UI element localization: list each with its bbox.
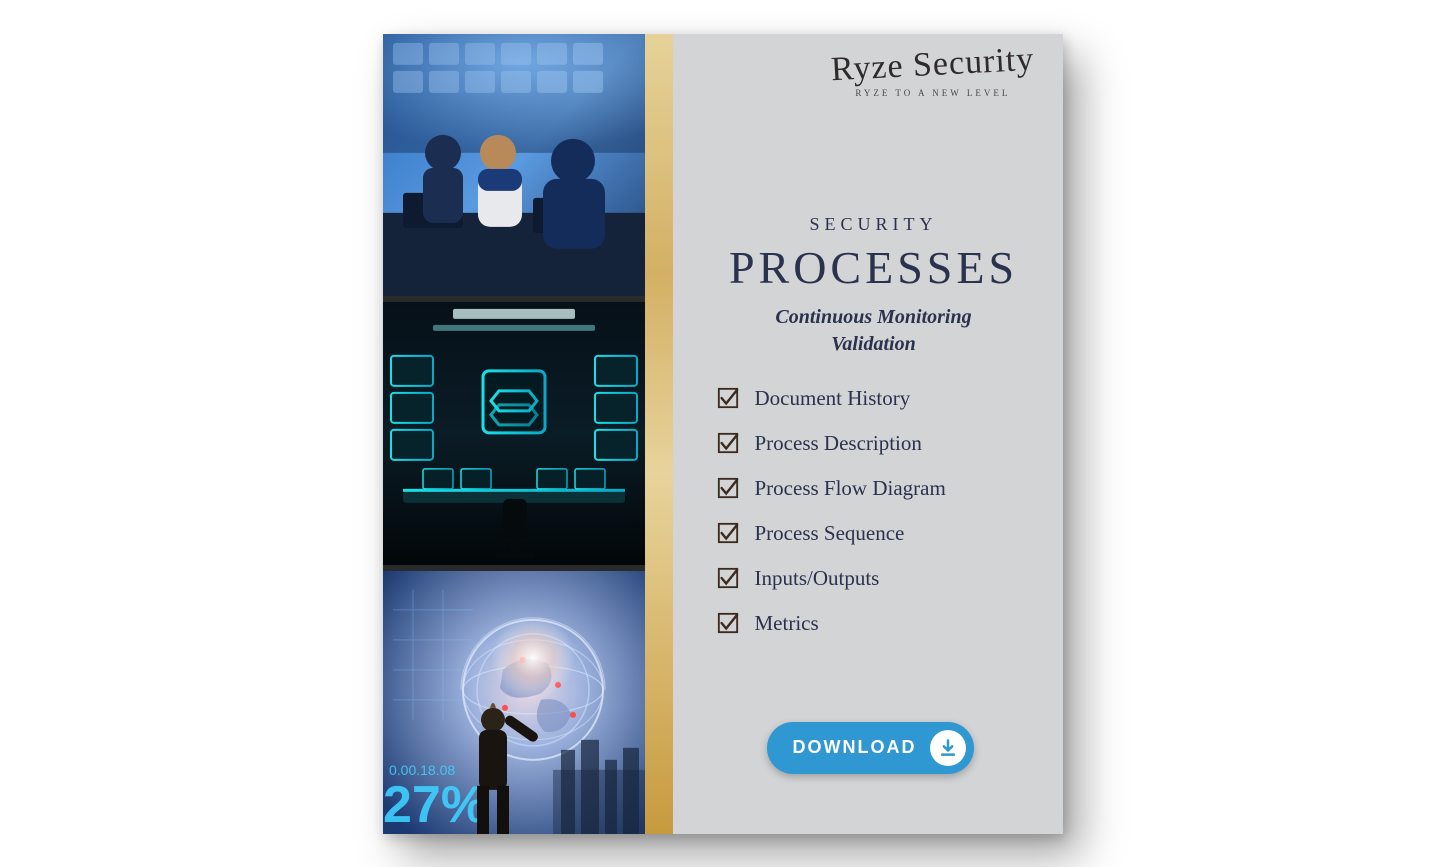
checklist-label: Process Sequence — [755, 521, 905, 546]
checklist-label: Metrics — [755, 611, 819, 636]
checkmark-icon — [717, 432, 739, 454]
subtitle-line-2: Validation — [831, 333, 915, 355]
checkmark-icon — [717, 387, 739, 409]
image-globe-analyst: 0.00.18.08 27% — [383, 571, 645, 834]
page-title: PROCESSES — [713, 241, 1035, 294]
checklist: Document History Process Description — [713, 386, 1035, 636]
subtitle: Continuous Monitoring Validation — [713, 304, 1035, 358]
overlay-percent: 27% — [383, 776, 487, 834]
list-item: Process Description — [717, 431, 1035, 456]
list-item: Metrics — [717, 611, 1035, 636]
checklist-label: Inputs/Outputs — [755, 566, 880, 591]
image-cyber-room — [383, 302, 645, 565]
subtitle-line-1: Continuous Monitoring — [775, 306, 971, 328]
checkmark-icon — [717, 612, 739, 634]
document-card: 0.00.18.08 27% — [383, 34, 1063, 834]
list-item: Document History — [717, 386, 1035, 411]
image-column: 0.00.18.08 27% — [383, 34, 645, 834]
list-item: Inputs/Outputs — [717, 566, 1035, 591]
list-item: Process Sequence — [717, 521, 1035, 546]
checklist-label: Process Flow Diagram — [755, 476, 946, 501]
checklist-label: Document History — [755, 386, 911, 411]
list-item: Process Flow Diagram — [717, 476, 1035, 501]
brand-logo-text: Ryze Security — [830, 42, 1035, 87]
content-panel: Ryze Security RYZE TO A NEW LEVEL SECURI… — [673, 34, 1063, 834]
image-operations-room — [383, 34, 645, 297]
checkmark-icon — [717, 567, 739, 589]
gold-divider — [645, 34, 673, 834]
stage: 0.00.18.08 27% — [0, 0, 1445, 867]
download-button-label: DOWNLOAD — [793, 737, 917, 758]
kicker: SECURITY — [713, 214, 1035, 235]
checklist-label: Process Description — [755, 431, 922, 456]
brand-tagline: RYZE TO A NEW LEVEL — [831, 88, 1034, 98]
brand-logo: Ryze Security RYZE TO A NEW LEVEL — [831, 48, 1034, 98]
heading-block: SECURITY PROCESSES Continuous Monitoring… — [713, 214, 1035, 636]
download-button[interactable]: DOWNLOAD — [767, 722, 975, 774]
download-arrow-icon — [930, 730, 966, 766]
checkmark-icon — [717, 477, 739, 499]
checkmark-icon — [717, 522, 739, 544]
